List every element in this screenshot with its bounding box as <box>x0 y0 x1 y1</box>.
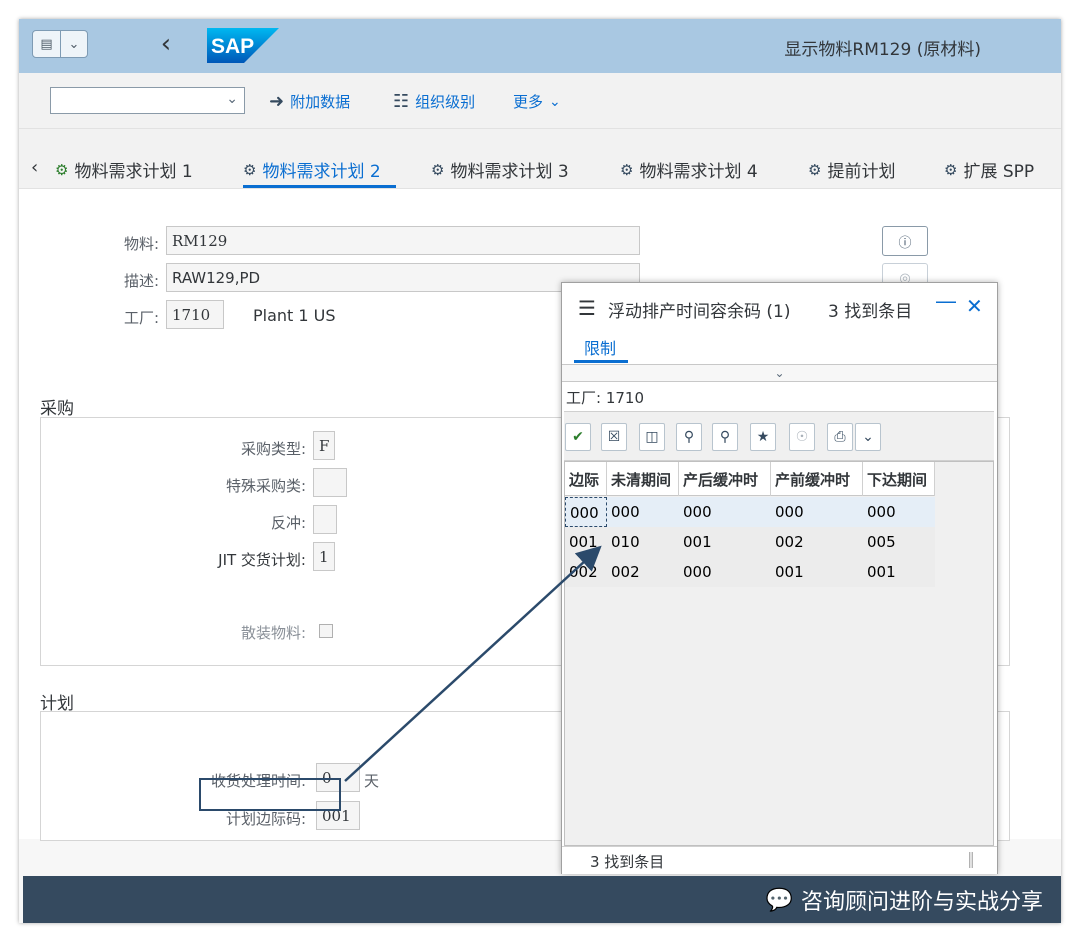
sap-window: ▤ ⌄ ‹ SAP 显示物料RM129 (原材料) ⌄ ➜ 附加数据 ☷ 组织级… <box>19 19 1061 923</box>
annotation-arrow <box>344 545 602 782</box>
arrow-line <box>344 545 602 782</box>
